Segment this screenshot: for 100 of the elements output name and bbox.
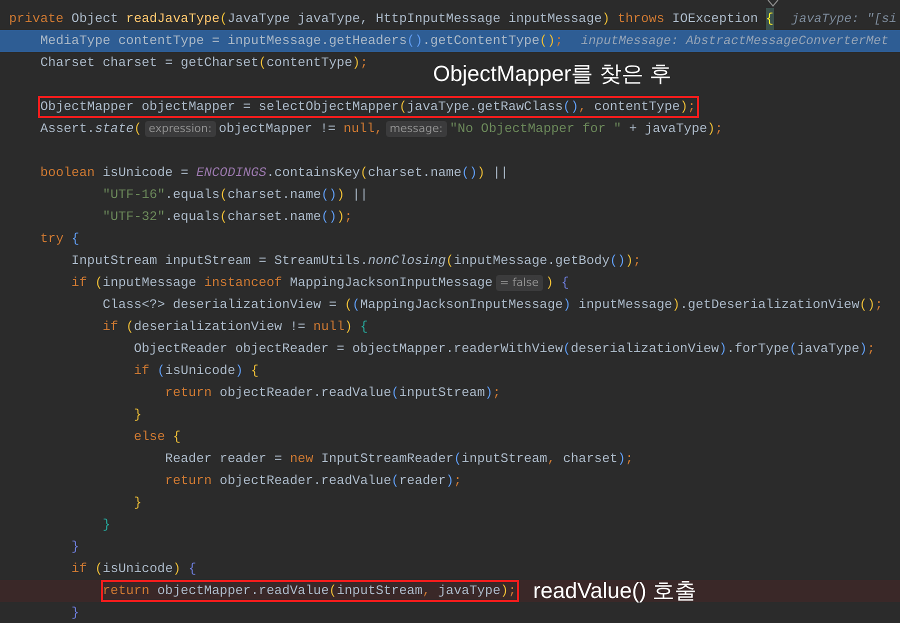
code-text: inputStream — [336, 583, 423, 599]
bracket: ( — [391, 384, 400, 402]
code-text: .equals — [165, 208, 220, 226]
code-text: deserializationView — [570, 340, 719, 358]
bracket: ( — [789, 340, 797, 358]
keyword: new — [290, 450, 314, 468]
code-text: objectReader.readValue — [218, 384, 392, 402]
bracket: ( — [157, 362, 166, 380]
bracket: ( — [258, 54, 266, 72]
bracket: { — [360, 318, 368, 336]
bracket: ( — [344, 296, 352, 314]
code-text: charset.name — [227, 208, 322, 226]
code-text: MappingJacksonInputMessage — [288, 274, 493, 292]
bracket: { — [172, 428, 181, 446]
bracket: () — [540, 32, 556, 50]
keyword: boolean — [40, 164, 95, 182]
code-text: inputStream — [399, 384, 485, 402]
code-text: Object — [70, 10, 120, 28]
keyword: if — [134, 362, 150, 380]
keyword: , — [578, 99, 586, 115]
marker-icon — [767, 0, 779, 7]
keyword: ; — [555, 32, 563, 50]
bracket: ( — [94, 560, 103, 578]
keyword: if — [71, 560, 88, 578]
code-text: Assert. — [40, 120, 95, 138]
code-text: || — [492, 164, 508, 182]
code-text: contentType — [266, 54, 352, 72]
bracket: ) — [172, 560, 181, 578]
code-text: InputStreamReader — [320, 450, 454, 468]
code-text: objectMapper.readValue — [156, 583, 329, 599]
bracket: ) — [546, 274, 554, 292]
code-text: .equals — [165, 186, 220, 204]
string-literal: "No ObjectMapper for " — [450, 120, 622, 138]
code-text: MediaType contentType = inputMessage.getHeaders — [40, 32, 407, 50]
keyword: ; — [508, 583, 516, 599]
inline-value-hint: inputMessage: AbstractMessageConverterMet — [580, 33, 889, 50]
code-text: objectMapper != — [218, 120, 337, 138]
bracket: ) — [707, 120, 715, 138]
bracket: ) — [352, 54, 360, 72]
code-text: reader — [399, 472, 446, 490]
constant-name: ENCODINGS — [196, 164, 266, 182]
static-method-name: state — [94, 120, 134, 138]
bracket: ( — [352, 296, 360, 314]
code-text: + javaType — [628, 120, 708, 138]
code-text: Class<?> deserializationView = — [102, 296, 338, 314]
annotation-text: readValue() 호출 — [533, 580, 697, 602]
bracket: } — [134, 494, 142, 512]
bracket: ) — [672, 296, 680, 314]
bracket: ( — [446, 252, 454, 270]
bracket: ) — [477, 164, 485, 182]
bracket: { — [561, 274, 570, 292]
keyword: return — [165, 472, 212, 490]
code-text: inputMessage — [578, 296, 672, 314]
bracket: ( — [126, 318, 134, 336]
code-text: deserializationView != — [134, 318, 306, 336]
bracket: ( — [220, 10, 228, 28]
code-text: isUnicode — [165, 362, 236, 380]
keyword: , — [422, 583, 430, 599]
keyword: ; — [492, 384, 501, 402]
code-text: isUnicode = — [102, 164, 190, 182]
keyword: null — [344, 120, 375, 138]
code-text: IOException — [671, 10, 759, 28]
bracket: ( — [360, 164, 368, 182]
annotation-text: ObjectMapper를 찾은 후 — [433, 62, 672, 86]
static-method-name: nonClosing — [368, 252, 446, 270]
keyword: ; — [875, 296, 883, 314]
bracket: { — [250, 362, 259, 380]
bracket: ) — [625, 252, 634, 270]
code-text: InputStream inputStream = StreamUtils. — [71, 252, 368, 270]
bracket: ( — [399, 99, 407, 115]
keyword: return — [165, 384, 212, 402]
bracket: () — [406, 32, 422, 50]
keyword: null — [313, 318, 345, 336]
keyword: ; — [633, 252, 641, 270]
code-text: inputMessage — [102, 274, 198, 292]
bracket: } — [134, 406, 142, 424]
bracket: ( — [220, 208, 228, 226]
code-text: javaType.getRawClass — [406, 99, 563, 115]
code-text: objectReader.readValue — [218, 472, 392, 490]
bracket: ( — [328, 583, 337, 599]
keyword: return — [102, 583, 150, 599]
code-text: MappingJacksonInputMessage — [360, 296, 563, 314]
bracket: } — [71, 538, 80, 556]
bracket: () — [321, 186, 337, 204]
bracket: ) — [718, 340, 727, 358]
code-text: javaType — [797, 340, 860, 358]
inline-value-hint: javaType: "[si — [792, 11, 897, 28]
keyword: try — [40, 230, 64, 248]
code-text: isUnicode — [102, 560, 173, 578]
code-text: charset.name — [227, 186, 322, 204]
bracket: () — [462, 164, 478, 182]
bracket: { — [188, 560, 196, 578]
bracket: () — [562, 99, 579, 115]
keyword: ; — [625, 450, 634, 468]
string-literal: "UTF-32" — [102, 208, 166, 226]
parameter-hint: message: — [386, 121, 447, 137]
code-text: .forType — [726, 340, 790, 358]
bracket: ) — [344, 318, 352, 336]
code-text: || — [351, 186, 368, 204]
keyword: private — [9, 10, 64, 28]
